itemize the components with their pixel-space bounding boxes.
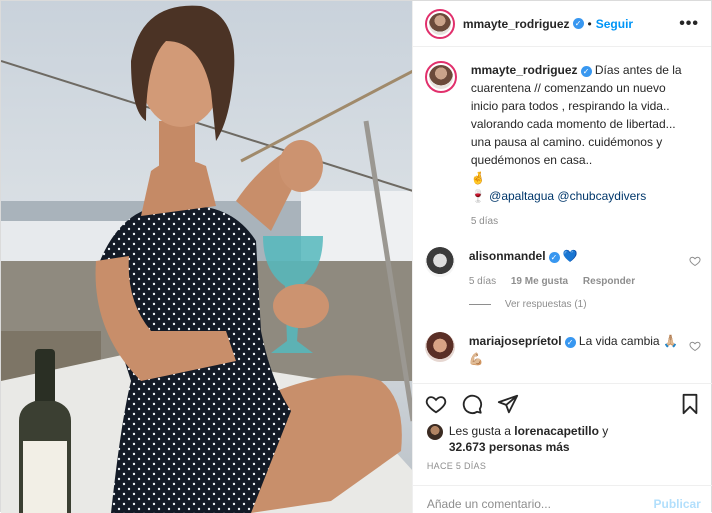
comment-input[interactable]: Añade un comentario... — [427, 497, 551, 511]
caption-username[interactable]: mmayte_rodriguez — [471, 63, 578, 77]
commenter-avatar[interactable] — [424, 332, 455, 362]
likes-count[interactable]: 32.673 personas más — [449, 440, 570, 454]
verified-icon: ✓ — [548, 252, 560, 263]
verified-icon: ✓ — [564, 337, 576, 348]
comment-text-block: mariajosepríetol ✓ La vida cambia 🙏🏼💪🏼 — [469, 332, 689, 368]
replies-divider — [468, 304, 491, 305]
action-bar — [412, 383, 712, 423]
avatar[interactable] — [424, 8, 455, 39]
photo-woman-on-sailboat — [1, 1, 412, 513]
like-heart-icon[interactable] — [425, 393, 447, 415]
caption-text: Días antes de la cuarentena // comenzand… — [470, 63, 682, 167]
post-sidebar: mmayte_rodriguez ✓ • Seguir ••• mmayte_r… — [411, 1, 712, 513]
caption: mmayte_rodriguez ✓ Días antes de la cuare… — [424, 61, 701, 231]
bookmark-icon[interactable] — [679, 393, 701, 415]
comment-box: Añade un comentario... Publicar — [412, 485, 712, 513]
post-timestamp[interactable]: HACE 5 DÍAS — [427, 461, 486, 471]
likes-summary: Les gusta a lorenacapetillo y 32.673 per… — [426, 423, 608, 455]
comment-text: 💙 — [562, 249, 578, 263]
share-plane-icon[interactable] — [497, 393, 519, 415]
post-header: mmayte_rodriguez ✓ • Seguir ••• — [412, 1, 711, 47]
likes-middle: y — [602, 424, 609, 438]
instagram-post: mmayte_rodriguez ✓ • Seguir ••• mmayte_r… — [0, 0, 712, 513]
view-replies-label[interactable]: Ver respuestas (1) — [505, 299, 587, 310]
publish-button[interactable]: Publicar — [653, 497, 700, 511]
caption-meta: 5 días — [471, 213, 691, 231]
separator-dot: • — [587, 16, 592, 31]
caption-avatar[interactable] — [424, 61, 457, 93]
comment-like-heart-icon[interactable] — [689, 255, 701, 267]
comment-bubble-icon[interactable] — [461, 393, 483, 415]
caption-emoji: 🤞 — [470, 171, 486, 185]
caption-text-block: mmayte_rodriguez ✓ Días antes de la cuare… — [471, 61, 691, 231]
view-replies-button[interactable]: Ver respuestas (1) — [468, 299, 701, 310]
verified-icon: ✓ — [572, 18, 584, 29]
comment-meta: 5 días 19 Me gusta Responder — [469, 273, 689, 291]
comment-time[interactable]: 5 días — [469, 276, 496, 287]
mention-chubcaydivers[interactable]: @chubcaydivers — [557, 189, 646, 203]
follow-button[interactable]: Seguir — [596, 17, 633, 31]
mention-apaltagua[interactable]: @apaltagua — [489, 189, 554, 203]
comment-username[interactable]: mariajosepríetol — [469, 334, 562, 348]
post-photo[interactable] — [1, 1, 412, 513]
caption-time[interactable]: 5 días — [471, 216, 498, 227]
comment-likes[interactable]: 19 Me gusta — [511, 276, 568, 287]
caption-emoji-2: 🍷 — [470, 189, 486, 203]
likes-text: Les gusta a lorenacapetillo y 32.673 per… — [449, 423, 608, 455]
likes-prefix: Les gusta a — [448, 424, 511, 438]
liker-username[interactable]: lorenacapetillo — [514, 424, 599, 438]
comments-section[interactable]: mmayte_rodriguez ✓ Días antes de la cuare… — [413, 47, 712, 383]
verified-icon: ✓ — [580, 66, 592, 77]
comment-item: alisonmandel ✓ 💙 5 días 19 Me gusta Respo… — [424, 247, 701, 291]
commenter-avatar[interactable] — [424, 247, 455, 277]
comment-username[interactable]: alisonmandel — [469, 249, 546, 263]
comment-text-block: alisonmandel ✓ 💙 5 días 19 Me gusta Respo… — [469, 247, 689, 291]
comment-like-heart-icon[interactable] — [689, 340, 701, 352]
comment-item: mariajosepríetol ✓ La vida cambia 🙏🏼💪🏼 — [424, 332, 701, 368]
liker-avatar[interactable] — [426, 424, 443, 440]
comment-reply-button[interactable]: Responder — [583, 276, 635, 287]
post-username[interactable]: mmayte_rodriguez — [463, 17, 570, 31]
more-options-icon[interactable]: ••• — [679, 15, 699, 33]
